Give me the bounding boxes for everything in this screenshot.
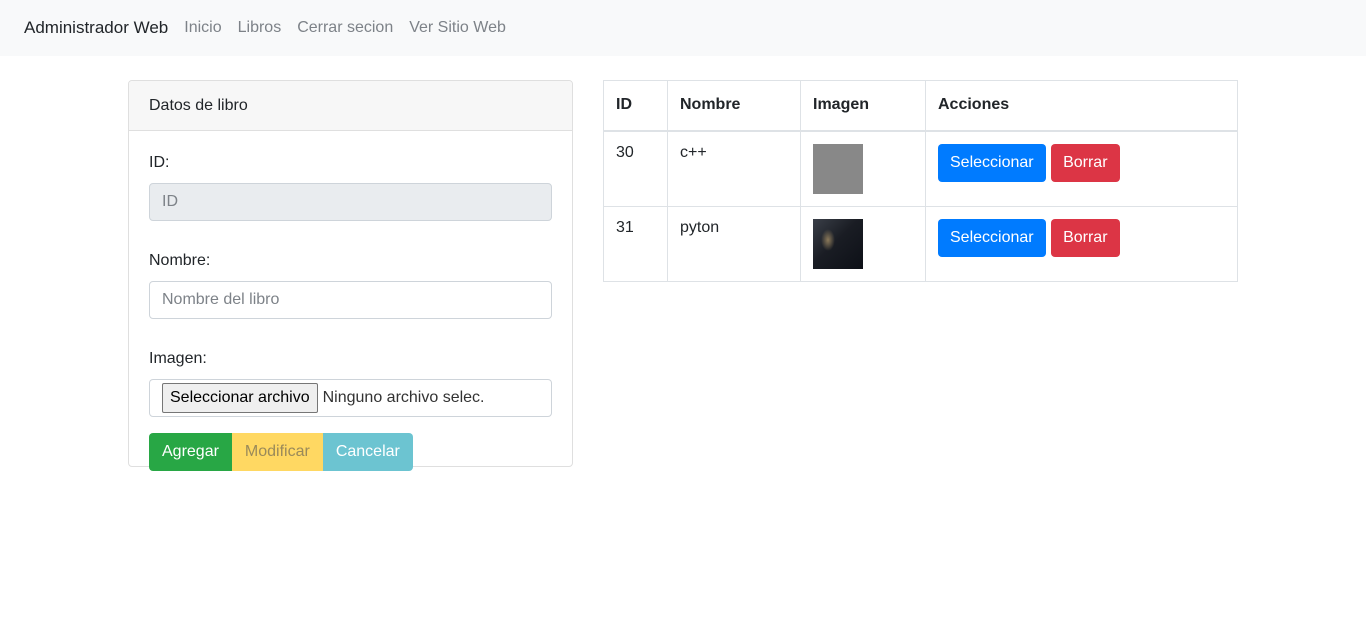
cell-nombre: pyton [667,205,801,282]
table-row: 30 c++ Seleccionar Borrar [603,130,1238,207]
column-header-imagen: Imagen [800,80,926,132]
cell-imagen [800,130,926,207]
cell-acciones: Seleccionar Borrar [925,205,1238,282]
cell-acciones: Seleccionar Borrar [925,130,1238,207]
modificar-button[interactable]: Modificar [231,433,323,471]
cell-id: 30 [603,130,668,207]
agregar-button[interactable]: Agregar [149,433,232,471]
imagen-label: Imagen: [149,350,207,367]
cell-imagen [800,205,926,282]
column-header-acciones: Acciones [925,80,1238,132]
cell-nombre: c++ [667,130,801,207]
nav-link-cerrar-sesion[interactable]: Cerrar secion [297,19,393,37]
nav-link-ver-sitio-web[interactable]: Ver Sitio Web [409,19,506,37]
borrar-button[interactable]: Borrar [1051,218,1120,257]
file-input: Seleccionar archivo Ninguno archivo sele… [149,379,552,417]
nav-link-libros[interactable]: Libros [238,19,282,37]
nombre-input[interactable] [149,281,552,319]
card-header: Datos de libro [129,81,572,131]
table-row: 31 pyton Seleccionar Borrar [603,205,1238,282]
nav-link-inicio[interactable]: Inicio [184,19,221,37]
card-body: ID: Nombre: Imagen: Seleccionar archivo … [129,151,572,471]
file-status: Ninguno archivo selec. [322,389,485,406]
seleccionar-button[interactable]: Seleccionar [938,143,1046,182]
borrar-button[interactable]: Borrar [1051,143,1120,182]
books-table: ID Nombre Imagen Acciones 30 c++ Selecci… [603,80,1238,282]
table-header-row: ID Nombre Imagen Acciones [603,80,1238,132]
cancelar-button[interactable]: Cancelar [322,433,413,471]
brand-link[interactable]: Administrador Web [24,18,168,38]
top-navbar: Administrador Web Inicio Libros Cerrar s… [0,0,1366,56]
id-label: ID: [149,154,170,171]
cell-id: 31 [603,205,668,282]
form-button-group: Agregar Modificar Cancelar [149,433,552,471]
book-cover-thumbnail [813,143,863,194]
seleccionar-button[interactable]: Seleccionar [938,218,1046,257]
column-header-nombre: Nombre [667,80,801,132]
book-cover-thumbnail [813,218,863,269]
books-table-wrapper: ID Nombre Imagen Acciones 30 c++ Selecci… [603,80,1238,282]
nombre-label: Nombre: [149,252,211,269]
column-header-id: ID [603,80,668,132]
id-input[interactable] [149,183,552,221]
book-form-card: Datos de libro ID: Nombre: Imagen: Selec… [128,80,573,471]
choose-file-button[interactable]: Seleccionar archivo [162,383,318,413]
